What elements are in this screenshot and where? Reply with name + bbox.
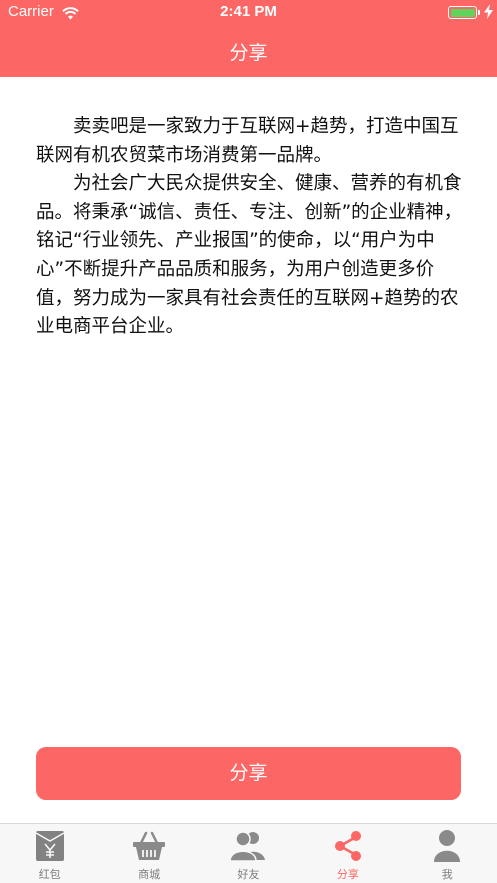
page-title: 分享 — [229, 42, 268, 64]
share-icon — [334, 831, 361, 861]
battery-cap — [478, 10, 480, 15]
charging-icon — [484, 4, 493, 23]
share-description: 卖卖吧是一家致力于互联网+趋势，打造中国互联网有机农贸菜市场消费第一品牌。 为社… — [36, 113, 464, 342]
tab-mall[interactable]: 商城 — [99, 824, 198, 883]
tab-label: 红包 — [38, 868, 61, 881]
tab-label: 好友 — [237, 868, 260, 881]
description-paragraph: 为社会广大民众提供安全、健康、营养的有机食品。将秉承“诚信、责任、专注、创新”的… — [36, 173, 463, 338]
navigation-header: Carrier 2:41 PM 分享 — [0, 0, 497, 77]
tab-bar: 红包 商城 好友 分享 我 — [0, 823, 497, 883]
tab-label: 分享 — [336, 868, 359, 881]
status-time: 2:41 PM — [220, 3, 277, 20]
basket-icon — [133, 831, 166, 860]
description-paragraph: 卖卖吧是一家致力于互联网+趋势，打造中国互联网有机农贸菜市场消费第一品牌。 — [36, 116, 459, 166]
tab-me[interactable]: 我 — [398, 824, 497, 883]
battery-icon — [448, 6, 477, 19]
red-envelope-icon — [35, 831, 65, 861]
tab-friends[interactable]: 好友 — [199, 824, 298, 883]
tab-red-envelope[interactable]: 红包 — [0, 824, 99, 883]
tab-share[interactable]: 分享 — [298, 824, 397, 883]
tab-label: 我 — [441, 868, 453, 881]
friends-icon — [229, 831, 266, 862]
share-button[interactable]: 分享 — [36, 747, 461, 800]
status-bar: Carrier 2:41 PM — [0, 0, 497, 24]
tab-label: 商城 — [138, 868, 161, 881]
user-icon — [434, 830, 461, 862]
